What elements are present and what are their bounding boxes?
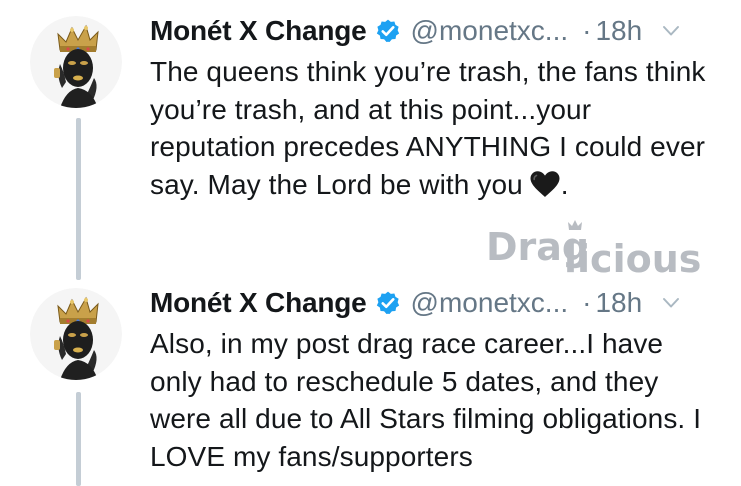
tweet-header: Monét X Change @monetxc... · 18h — [150, 285, 721, 321]
verified-badge-icon — [375, 290, 401, 316]
verified-badge-icon — [375, 18, 401, 44]
separator: · — [582, 15, 592, 46]
display-name[interactable]: Monét X Change — [150, 287, 367, 319]
avatar[interactable] — [30, 16, 122, 108]
display-name[interactable]: Monét X Change — [150, 15, 367, 47]
watermark-logo: Drag licious — [486, 218, 714, 278]
tweet-trailing-text: . — [560, 168, 569, 200]
chevron-down-icon[interactable] — [662, 297, 680, 309]
handle[interactable]: @monetxc... — [411, 287, 569, 319]
watermark-text-2: licious — [564, 237, 701, 278]
handle[interactable]: @monetxc... — [411, 15, 569, 47]
timestamp[interactable]: 18h — [595, 15, 642, 47]
tweet-header: Monét X Change @monetxc... · 18h — [150, 13, 721, 49]
separator: · — [582, 287, 592, 318]
black-heart-icon — [529, 170, 561, 198]
tweet[interactable]: Monét X Change @monetxc... · 18h Also, i… — [0, 280, 741, 486]
avatar[interactable] — [30, 288, 122, 380]
chevron-down-icon[interactable] — [662, 25, 680, 37]
tweet-text: Also, in my post drag race career...I ha… — [150, 325, 720, 475]
thread-line — [76, 118, 81, 280]
tweet-text: The queens think you’re trash, the fans … — [150, 53, 720, 203]
tweet-body: Also, in my post drag race career...I ha… — [150, 328, 702, 472]
thread-line — [76, 392, 81, 486]
watermark-crown-icon — [568, 220, 582, 230]
timestamp[interactable]: 18h — [595, 287, 642, 319]
tweet-body: The queens think you’re trash, the fans … — [150, 56, 706, 200]
